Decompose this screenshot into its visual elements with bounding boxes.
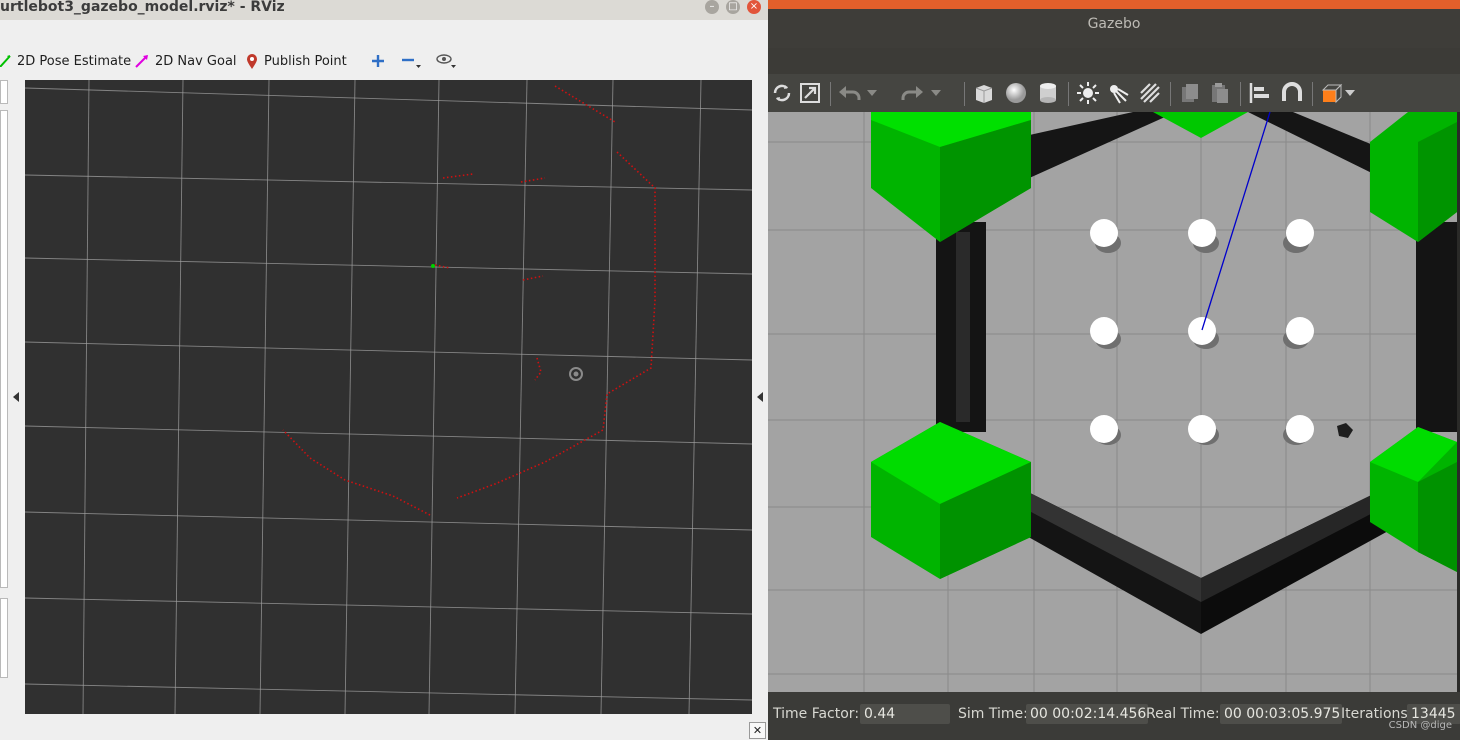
real-time-label: Real Time: [1146,706,1220,722]
rviz-toolbar: 2D Pose Estimate 2D Nav Goal Publish Poi… [0,41,768,81]
close-button[interactable]: × [747,0,761,14]
toolbar-separator [1312,82,1313,106]
gazebo-window-title: Gazebo [1087,16,1141,32]
panel-top-box [0,80,8,104]
panel-bottom-box [0,598,8,678]
rviz-right-dock [752,80,768,714]
rviz-3d-view[interactable] [25,80,752,714]
scale-icon[interactable] [796,80,824,106]
panel-close-button[interactable]: ✕ [749,722,766,739]
rotate-icon[interactable] [768,80,796,106]
nav-goal-label: 2D Nav Goal [155,53,237,69]
publish-point-label: Publish Point [264,53,347,69]
toolbar-separator [830,82,831,106]
pose-estimate-label: 2D Pose Estimate [17,53,132,69]
paste-icon[interactable] [1206,80,1234,106]
rviz-displays-panel [0,80,25,714]
collapse-left-icon[interactable] [13,392,19,402]
toolbar-separator [1170,82,1171,106]
gazebo-title-bar: Gazebo [768,0,1460,48]
nav-goal-icon [135,55,148,68]
publish-point-tool[interactable]: Publish Point [246,51,347,71]
rviz-menu-bar [0,20,768,41]
align-icon[interactable] [1246,80,1274,106]
real-time-field: 00 00:03:05.975 [1220,704,1342,724]
sim-time-field: 00 00:02:14.456 [1026,704,1148,724]
toolbar-separator [1068,82,1069,106]
pose-estimate-icon [0,55,11,67]
rviz-window-title: urtlebot3_gazebo_model.rviz* - RViz [0,0,285,15]
time-factor-field: 0.44 [860,704,950,724]
view-angle-icon[interactable] [1318,80,1346,106]
cylinder-icon[interactable] [1034,80,1062,106]
point-light-icon[interactable] [1074,80,1102,106]
nav-goal-tool[interactable]: 2D Nav Goal [135,51,237,71]
view-angle-dropdown-icon[interactable] [1344,80,1356,106]
zoom-out-icon[interactable] [401,51,421,71]
publish-point-icon [247,54,257,69]
gazebo-status-bar: Time Factor: 0.44 Sim Time: 00 00:02:14.… [768,692,1460,740]
sphere-icon[interactable] [1002,80,1030,106]
rviz-bottom-bar: ✕ [0,714,768,740]
gazebo-toolbar [768,74,1460,113]
watermark: CSDN @dige [1388,720,1452,731]
minimize-button[interactable]: – [705,0,719,14]
directional-light-icon[interactable] [1136,80,1164,106]
snap-icon[interactable] [1278,80,1306,106]
collapse-right-icon[interactable] [757,392,763,402]
maximize-button[interactable]: □ [726,0,740,14]
copy-icon[interactable] [1176,80,1204,106]
undo-icon[interactable] [836,80,864,106]
camera-view-icon[interactable] [436,51,456,71]
time-factor-label: Time Factor: [773,706,860,722]
desktop-top-strip [768,0,1460,9]
box-icon[interactable] [970,80,998,106]
robot-pose-marker [431,264,435,268]
pose-estimate-tool[interactable]: 2D Pose Estimate [0,51,131,71]
sim-time-label: Sim Time: [958,706,1028,722]
redo-icon[interactable] [898,80,926,106]
redo-dropdown-icon[interactable] [930,80,942,106]
rviz-title-bar: urtlebot3_gazebo_model.rviz* - RViz – □ … [0,0,768,21]
ground-plane [768,112,1457,692]
undo-dropdown-icon[interactable] [866,80,878,106]
gazebo-3d-viewport[interactable] [768,112,1457,692]
toolbar-separator [1240,82,1241,106]
gazebo-menu-bar [768,48,1460,74]
toolbar-separator [964,82,965,106]
zoom-in-icon[interactable] [368,51,388,71]
spot-light-icon[interactable] [1104,80,1132,106]
displays-tree[interactable] [0,110,8,588]
